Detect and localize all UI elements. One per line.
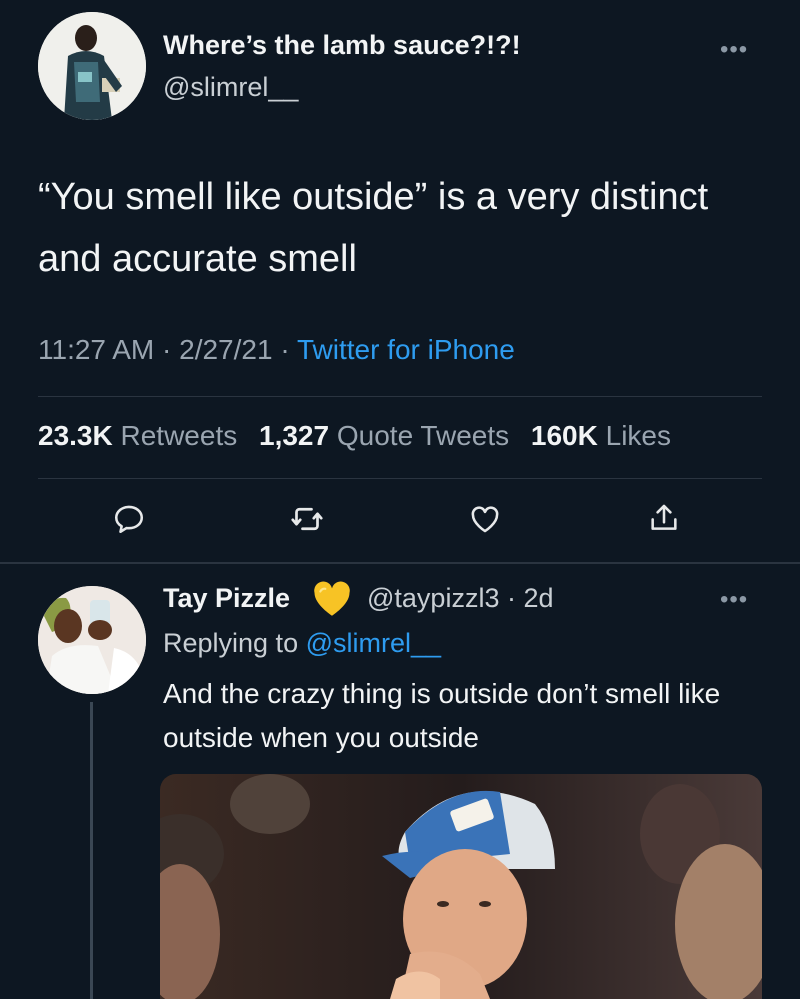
retweets-label: Retweets xyxy=(120,420,238,451)
likes-count: 160K xyxy=(530,420,598,451)
main-tweet-avatar[interactable] xyxy=(38,12,146,120)
main-tweet-meta: 11:27 AM · 2/27/21 · Twitter for iPhone xyxy=(38,334,515,366)
replying-mention-link[interactable]: @slimrel__ xyxy=(306,628,441,658)
retweets-count: 23.3K xyxy=(38,420,113,451)
thread-line xyxy=(90,702,93,999)
reply-media-gif[interactable] xyxy=(160,774,762,999)
avatar-photo xyxy=(38,12,146,120)
main-tweet-handle[interactable]: @slimrel__ xyxy=(163,72,298,103)
reply-text: And the crazy thing is outside don’t sme… xyxy=(163,678,721,753)
quote-tweets-stat[interactable]: 1,327 Quote Tweets xyxy=(259,420,509,451)
tweet-source-link[interactable]: Twitter for iPhone xyxy=(297,334,515,365)
reply-button[interactable] xyxy=(107,497,151,541)
reply-icon xyxy=(114,505,144,534)
divider xyxy=(38,396,762,397)
retweets-stat[interactable]: 23.3K Retweets xyxy=(38,420,237,451)
reply-handle-time[interactable]: @taypizzl3 · 2d xyxy=(367,583,553,614)
engagement-stats: 23.3K Retweets 1,327 Quote Tweets 160K L… xyxy=(38,420,671,452)
share-icon xyxy=(651,504,677,530)
main-tweet-text: “You smell like outside” is a very disti… xyxy=(38,176,709,280)
likes-stat[interactable]: 160K Likes xyxy=(531,420,671,451)
main-tweet-display-name[interactable]: Where’s the lamb sauce?!?! xyxy=(163,30,521,61)
section-divider xyxy=(0,562,800,564)
tweet-date[interactable]: 2/27/21 xyxy=(179,334,272,365)
retweet-icon xyxy=(291,507,323,531)
meta-separator: · xyxy=(162,334,172,365)
meta-separator: · xyxy=(280,334,290,365)
quotes-count: 1,327 xyxy=(259,420,330,451)
replying-to: Replying to @slimrel__ xyxy=(163,628,441,659)
reply-avatar[interactable] xyxy=(38,586,146,694)
yellow-heart-icon xyxy=(312,580,352,618)
replying-prefix: Replying to xyxy=(163,628,299,658)
media-image xyxy=(160,774,762,999)
like-button[interactable] xyxy=(463,497,507,541)
more-options-icon[interactable]: ••• xyxy=(720,36,748,64)
quotes-label: Quote Tweets xyxy=(336,420,510,451)
likes-label: Likes xyxy=(605,420,671,451)
reply-display-name[interactable]: Tay Pizzle xyxy=(163,583,290,614)
share-button[interactable] xyxy=(642,496,686,540)
tweet-time: 11:27 AM xyxy=(38,334,155,365)
divider xyxy=(38,478,762,479)
reply-more-options-icon[interactable]: ••• xyxy=(720,586,748,614)
retweet-button[interactable] xyxy=(285,497,329,541)
like-icon xyxy=(471,506,499,533)
avatar-photo xyxy=(38,586,146,694)
